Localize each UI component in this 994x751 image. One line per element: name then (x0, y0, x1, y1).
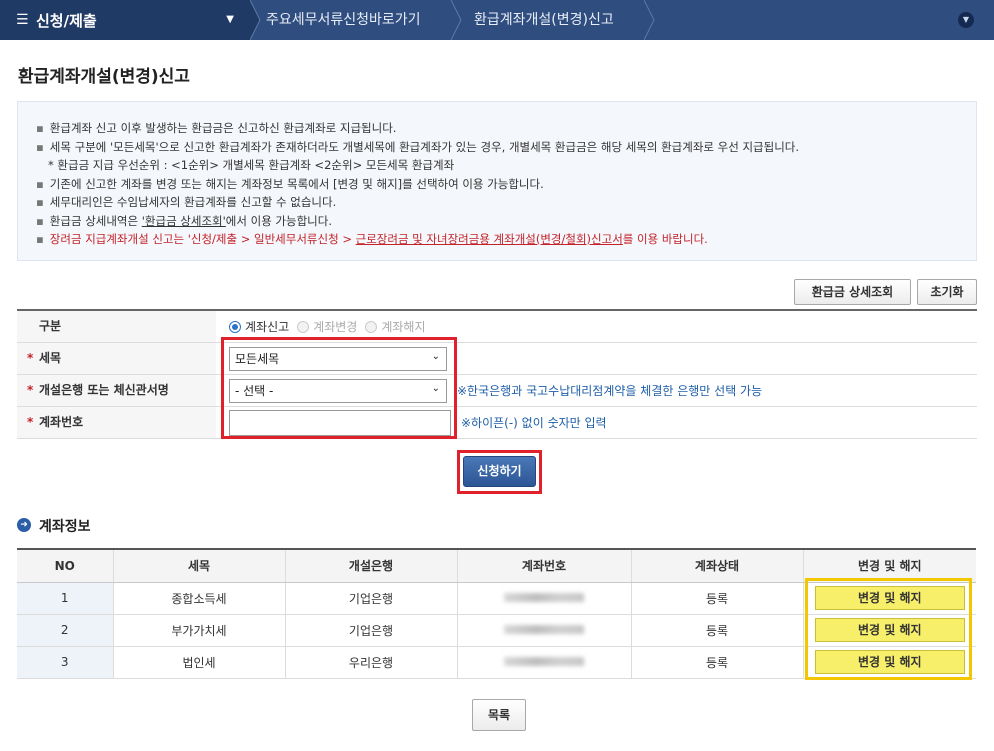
refund-detail-button[interactable]: 환급금 상세조회 (794, 279, 911, 305)
form-row-bank: * 개설은행 또는 체신관서명 - 선택 - ⌄ ※한국은행과 국고수납대리점계약을… (17, 375, 977, 407)
cell-no: 2 (17, 614, 113, 647)
masked-account (504, 625, 584, 634)
cell-tax: 부가가치세 (112, 614, 285, 647)
main-menu-title: 신청/제출 (36, 11, 97, 30)
cell-bank: 기업은행 (284, 582, 457, 615)
notice-box: ▪ 환급계좌 신고 이후 발생하는 환급금은 신고하신 환급계좌로 지급됩니다. … (17, 101, 977, 261)
incentive-account-link[interactable]: 근로장려금 및 자녀장려금용 계좌개설(변경/철회)신고서 (356, 232, 623, 246)
masked-account (504, 593, 584, 602)
breadcrumb-separator-icon (250, 0, 261, 40)
cell-no: 1 (17, 582, 113, 615)
account-hint: ※하이픈(-) 없이 숫자만 입력 (461, 416, 607, 430)
radio-account-cancel[interactable]: 계좌해지 (365, 318, 426, 335)
top-nav-bar: ☰ 신청/제출 ▼ 주요세무서류신청바로가기 환급계좌개설(변경)신고 ▼ (0, 0, 994, 40)
cell-account-masked (456, 646, 631, 679)
form-row-account: * 계좌번호 ※하이픈(-) 없이 숫자만 입력 (17, 407, 977, 439)
chevron-down-icon[interactable]: ▼ (958, 12, 974, 28)
cell-account-masked (456, 582, 631, 615)
breadcrumb-current[interactable]: 환급계좌개설(변경)신고 (474, 0, 614, 40)
input-highlight-box (221, 337, 457, 439)
form-row-tax: * 세목 모든세목 ⌄ (17, 343, 977, 375)
bank-label: * 개설은행 또는 체신관서명 (17, 375, 216, 406)
refund-detail-link[interactable]: '환급금 상세조회' (142, 214, 226, 228)
col-bank: 개설은행 (284, 548, 457, 583)
radio-disabled-icon (297, 320, 310, 333)
caret-down-icon: ▼ (226, 14, 234, 25)
cell-status: 등록 (630, 582, 803, 615)
cell-account-masked (456, 614, 631, 647)
cell-tax: 법인세 (112, 646, 285, 679)
notice-line-red: ▪ 장려금 지급계좌개설 신고는 '신청/제출 > 일반세무서류신청 > 근로장려… (36, 232, 708, 246)
notice-line-priority: * 환급금 지급 우선순위 : <1순위> 개별세목 환급계좌 <2순위> 모든… (48, 158, 455, 172)
breadcrumb-separator-icon (644, 0, 655, 40)
reset-button[interactable]: 초기화 (917, 279, 977, 305)
bank-hint: ※한국은행과 국고수납대리점계약을 체결한 은행만 선택 가능 (457, 384, 763, 398)
account-form: 구분 계좌신고 계좌변경 계좌해지 * 세목 모든세목 ⌄ * 개설은행 또는 체신관… (17, 309, 977, 439)
radio-account-register[interactable]: 계좌신고 (229, 318, 289, 335)
submit-highlight-box (457, 450, 542, 494)
cell-tax: 종합소득세 (112, 582, 285, 615)
breadcrumb-shortcut[interactable]: 주요세무서류신청바로가기 (266, 0, 421, 40)
col-no: NO (17, 548, 113, 583)
notice-line: ▪ 환급계좌 신고 이후 발생하는 환급금은 신고하신 환급계좌로 지급됩니다. (36, 121, 397, 135)
action-highlight-box (805, 578, 972, 680)
radio-account-change[interactable]: 계좌변경 (297, 318, 357, 335)
col-tax: 세목 (112, 548, 285, 583)
hamburger-icon: ☰ (16, 12, 29, 28)
notice-line: ▪ 세목 구분에 '모든세목'으로 신고한 환급계좌가 존재하더라도 개별세목에 … (36, 139, 800, 154)
page-title: 환급계좌개설(변경)신고 (18, 67, 190, 87)
cell-status: 등록 (630, 614, 803, 647)
main-menu-dropdown[interactable]: ☰ 신청/제출 ▼ (0, 0, 250, 40)
arrow-right-circle-icon: ➜ (17, 518, 31, 532)
cell-bank: 기업은행 (284, 614, 457, 647)
section-title-account-info: 계좌정보 (39, 519, 91, 535)
list-button[interactable]: 목록 (472, 699, 526, 731)
account-label: * 계좌번호 (17, 407, 216, 438)
notice-line: ▪ 세무대리인은 수임납세자의 환급계좌를 신고할 수 없습니다. (36, 195, 337, 209)
form-row-type: 구분 계좌신고 계좌변경 계좌해지 (17, 311, 977, 343)
notice-line: ▪ 환급금 상세내역은 '환급금 상세조회'에서 이용 가능합니다. (36, 213, 332, 228)
col-status: 계좌상태 (630, 548, 803, 583)
masked-account (504, 657, 584, 666)
notice-line: ▪ 기존에 신고한 계좌를 변경 또는 해지는 계좌정보 목록에서 [변경 및 해… (36, 176, 544, 191)
tax-label: * 세목 (17, 343, 216, 374)
radio-checked-icon (229, 320, 241, 333)
cell-status: 등록 (630, 646, 803, 679)
breadcrumb-separator-icon (451, 0, 462, 40)
radio-disabled-icon (365, 320, 378, 333)
col-account: 계좌번호 (456, 548, 631, 583)
cell-bank: 우리은행 (284, 646, 457, 679)
cell-no: 3 (17, 646, 113, 679)
type-label: 구분 (17, 311, 216, 342)
